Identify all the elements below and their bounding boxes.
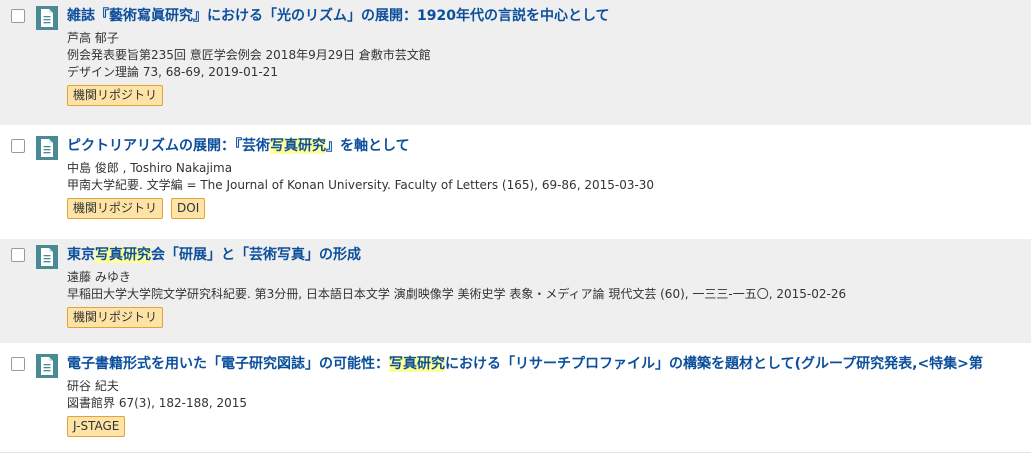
result-item: 雑誌『藝術寫眞研究』における「光のリズム」の展開：1920年代の言説を中心として…	[0, 0, 1031, 125]
search-highlight: 写真研究	[270, 138, 326, 154]
repository-badge[interactable]: 機関リポジトリ	[67, 198, 164, 219]
citation: 甲南大学紀要. 文学編 = The Journal of Konan Unive…	[67, 178, 655, 192]
result-item: ピクトリアリズムの展開：『芸術写真研究』を軸として 中島 俊郎 , Toshir…	[0, 130, 1031, 234]
publication-note: 例会発表要旨第235回 意匠学会例会 2018年9月29日 倉敷市芸文館	[67, 48, 431, 62]
title-text: 会「研展」と「芸術写真」の形成	[151, 247, 361, 263]
search-highlight: 写真研究	[389, 356, 445, 372]
title-text: 雑誌『藝術寫眞研究』における「光のリズム」の展開：1920年代の言説を中心として	[67, 8, 610, 24]
search-highlight: 写真研究	[95, 247, 151, 263]
result-title-link[interactable]: ピクトリアリズムの展開：『芸術写真研究』を軸として	[67, 136, 1031, 156]
title-text: における「リサーチプロファイル」の構築を題材として(グループ研究発表,<特集>第	[445, 356, 983, 372]
citation: 図書館界 67(3), 182-188, 2015	[67, 396, 248, 410]
select-checkbox[interactable]	[11, 9, 25, 23]
document-icon[interactable]	[36, 6, 58, 30]
result-list: 雑誌『藝術寫眞研究』における「光のリズム」の展開：1920年代の言説を中心として…	[0, 0, 1031, 453]
jstage-badge[interactable]: J-STAGE	[67, 416, 126, 437]
result-item: 電子書籍形式を用いた「電子研究図誌」の可能性：写真研究における「リサーチプロファ…	[0, 348, 1031, 453]
repository-badge[interactable]: 機関リポジトリ	[67, 85, 164, 106]
title-text: 』を軸として	[326, 138, 410, 154]
authors: 遠藤 みゆき	[67, 270, 131, 284]
authors: 芦高 郁子	[67, 31, 119, 45]
document-icon[interactable]	[36, 136, 58, 160]
title-text: 電子書籍形式を用いた「電子研究図誌」の可能性：	[67, 356, 389, 372]
document-icon[interactable]	[36, 245, 58, 269]
select-checkbox[interactable]	[11, 139, 25, 153]
document-icon[interactable]	[36, 354, 58, 378]
authors: 中島 俊郎 , Toshiro Nakajima	[67, 161, 233, 175]
authors: 研谷 紀夫	[67, 379, 119, 393]
repository-badge[interactable]: 機関リポジトリ	[67, 307, 164, 328]
select-checkbox[interactable]	[11, 357, 25, 371]
result-item: 東京写真研究会「研展」と「芸術写真」の形成 遠藤 みゆき 早稲田大学大学院文学研…	[0, 239, 1031, 343]
select-checkbox[interactable]	[11, 248, 25, 262]
result-title-link[interactable]: 東京写真研究会「研展」と「芸術写真」の形成	[67, 245, 1031, 265]
result-title-link[interactable]: 雑誌『藝術寫眞研究』における「光のリズム」の展開：1920年代の言説を中心として	[67, 6, 1031, 26]
result-title-link[interactable]: 電子書籍形式を用いた「電子研究図誌」の可能性：写真研究における「リサーチプロファ…	[67, 354, 1031, 374]
citation: 早稲田大学大学院文学研究科紀要. 第3分冊, 日本語日本文学 演劇映像学 美術史…	[67, 287, 847, 301]
doi-badge[interactable]: DOI	[171, 198, 206, 219]
citation: デザイン理論 73, 68-69, 2019-01-21	[67, 65, 278, 79]
title-text: 東京	[67, 247, 95, 263]
title-text: ピクトリアリズムの展開：『芸術	[67, 138, 270, 154]
